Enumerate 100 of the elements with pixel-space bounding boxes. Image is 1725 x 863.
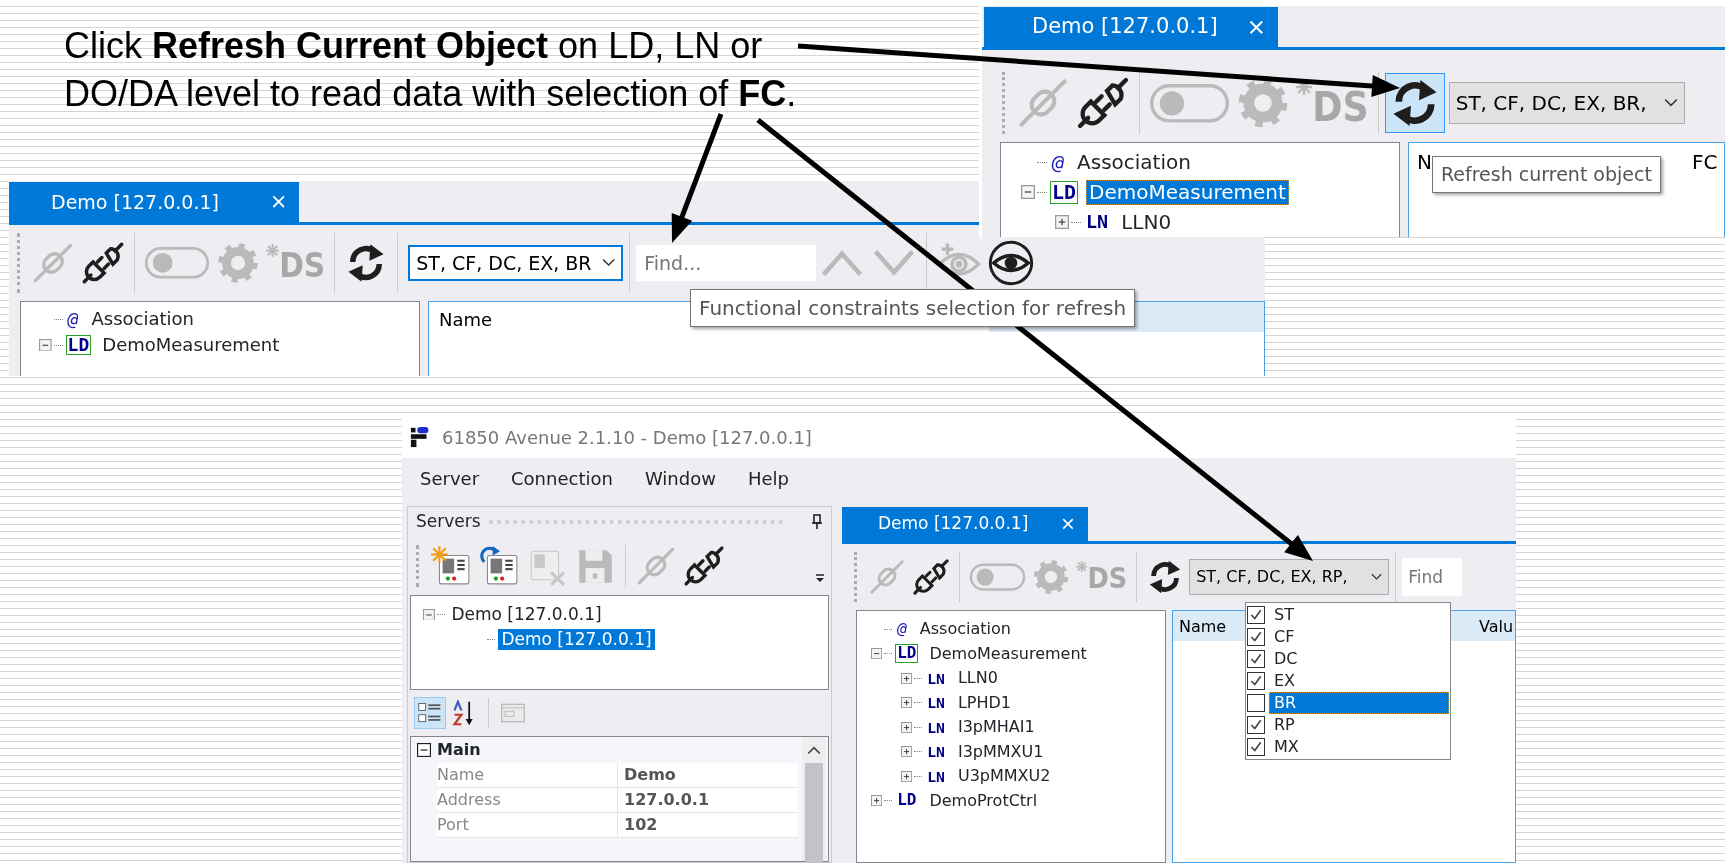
server-add-icon — [430, 545, 472, 587]
fc-option[interactable]: DC — [1269, 648, 1449, 670]
checkbox[interactable] — [1247, 650, 1265, 668]
menu-item[interactable]: Server — [420, 464, 480, 492]
tree-node-label[interactable]: Association — [916, 619, 1014, 640]
close-icon[interactable] — [1249, 19, 1264, 35]
fc-dropdown[interactable]: ST, CF, DC, EX, BR, — [1448, 82, 1685, 124]
column-header[interactable]: N — [1417, 147, 1432, 177]
property-category: Main — [437, 739, 482, 761]
plug-icon — [868, 558, 906, 596]
check-icon — [1249, 674, 1263, 688]
node-type-label: LD — [1050, 180, 1079, 204]
property-name: Address — [437, 788, 617, 813]
node-type-label: LN — [926, 767, 946, 785]
tree-node-label[interactable]: Association — [1074, 149, 1194, 175]
tree-node-label[interactable]: I3pMMXU1 — [954, 741, 1047, 762]
unplugged-icon — [1076, 76, 1130, 130]
tree-node-label[interactable]: DemoProtCtrl — [926, 790, 1041, 811]
fc-option[interactable]: BR — [1269, 692, 1449, 714]
menu-item[interactable]: Window — [644, 464, 716, 492]
node-type-label: LN — [926, 694, 946, 712]
node-type-label: @ — [66, 308, 80, 330]
instruction-text: Click Refresh Current Object on LD, LN or — [64, 24, 763, 68]
tree-node-label[interactable]: Demo [127.0.0.1] — [448, 603, 605, 626]
check-icon — [1249, 718, 1263, 732]
caret-icon — [601, 258, 616, 268]
fc-dropdown[interactable]: ST, CF, DC, EX, RP, — [1189, 559, 1390, 595]
column-header[interactable]: Valu — [1479, 615, 1514, 639]
tree-node-label[interactable]: I3pMHAI1 — [954, 717, 1038, 738]
plug-icon — [1016, 76, 1070, 130]
fc-option[interactable]: ST — [1269, 604, 1449, 626]
scroll-up-icon[interactable] — [807, 745, 821, 755]
menu-item[interactable]: Help — [747, 464, 789, 492]
expand-icon[interactable] — [901, 746, 913, 758]
tree-node-label[interactable]: DemoMeasurement — [99, 333, 283, 357]
property-value: Demo — [617, 763, 798, 788]
checkbox[interactable] — [1247, 672, 1265, 690]
expand-icon[interactable] — [901, 672, 913, 684]
unplugged-icon — [81, 241, 125, 285]
fc-option[interactable]: MX — [1269, 736, 1449, 758]
instruction-text: DO/DA level to read data with selection of FC. — [64, 72, 797, 116]
fc-option[interactable]: EX — [1269, 670, 1449, 692]
expand-icon[interactable] — [901, 770, 913, 782]
pin-icon[interactable] — [811, 514, 823, 530]
expand-icon[interactable] — [901, 697, 913, 709]
server-arrow-icon — [478, 545, 520, 587]
tab-label: Demo [127.0.0.1] — [878, 512, 1029, 536]
fc-option[interactable]: RP — [1269, 714, 1449, 736]
document-tab[interactable]: Demo [127.0.0.1] — [984, 7, 1278, 47]
check-icon — [1249, 608, 1263, 622]
caret-icon — [1663, 98, 1678, 108]
document-tab[interactable]: Demo [127.0.0.1] — [842, 507, 1088, 541]
document-tab[interactable]: Demo [127.0.0.1] — [9, 182, 299, 222]
tree-node-label[interactable]: U3pMMXU2 — [954, 766, 1054, 787]
fc-dropdown[interactable]: ST, CF, DC, EX, BR — [408, 245, 624, 281]
node-type-label: LN — [926, 669, 946, 687]
tree-node-label[interactable]: LLN0 — [954, 668, 1001, 689]
column-header[interactable]: Name — [439, 306, 493, 333]
check-icon — [1249, 652, 1263, 666]
close-icon[interactable] — [1062, 518, 1074, 530]
tree-node-label[interactable]: DemoMeasurement — [926, 643, 1090, 664]
fc-option[interactable]: CF — [1269, 626, 1449, 648]
expand-icon[interactable] — [901, 721, 913, 733]
categorized-button[interactable] — [414, 697, 446, 729]
collapse-icon[interactable] — [871, 648, 883, 660]
checkbox[interactable] — [1247, 606, 1265, 624]
checkbox[interactable] — [1247, 694, 1265, 712]
node-type-label: LN — [926, 718, 946, 736]
refresh-button[interactable] — [1384, 73, 1445, 133]
settings-icon — [1032, 558, 1070, 596]
scrollbar[interactable] — [802, 737, 826, 861]
checkbox[interactable] — [1247, 738, 1265, 756]
unplugged-icon — [683, 545, 725, 587]
menu-item[interactable]: Connection — [511, 464, 613, 492]
tree-node-label[interactable]: LLN0 — [1118, 209, 1175, 235]
column-header[interactable]: FC — [1692, 147, 1718, 177]
tooltip: Refresh current object — [1432, 156, 1661, 193]
tree-node-label[interactable]: DemoMeasurement — [1086, 179, 1289, 205]
column-header[interactable]: Name — [1179, 615, 1227, 639]
tree-node-label[interactable]: Association — [88, 307, 197, 331]
property-value: 127.0.0.1 — [617, 788, 798, 813]
node-type-label: LN — [926, 743, 946, 761]
collapse-icon[interactable] — [417, 743, 431, 757]
tab-label: Demo [127.0.0.1] — [51, 189, 219, 215]
unplugged-icon — [912, 558, 950, 596]
overflow-icon[interactable] — [815, 573, 825, 583]
collapse-icon[interactable] — [39, 338, 52, 352]
checkbox[interactable] — [1247, 716, 1265, 734]
search-field[interactable]: Find... — [636, 245, 817, 281]
expand-icon[interactable] — [1055, 215, 1069, 229]
tree-node-label[interactable]: Demo [127.0.0.1] — [498, 628, 655, 651]
search-field[interactable]: Find — [1402, 558, 1463, 596]
tree-node-label[interactable]: LPHD1 — [954, 692, 1014, 713]
node-type-label: LD — [65, 334, 92, 356]
close-icon[interactable] — [271, 195, 285, 209]
eye-icon — [988, 240, 1035, 286]
checkbox[interactable] — [1247, 628, 1265, 646]
node-type-label: LD — [895, 644, 919, 664]
expand-icon[interactable] — [871, 795, 883, 807]
node-type-label: LD — [896, 791, 918, 811]
